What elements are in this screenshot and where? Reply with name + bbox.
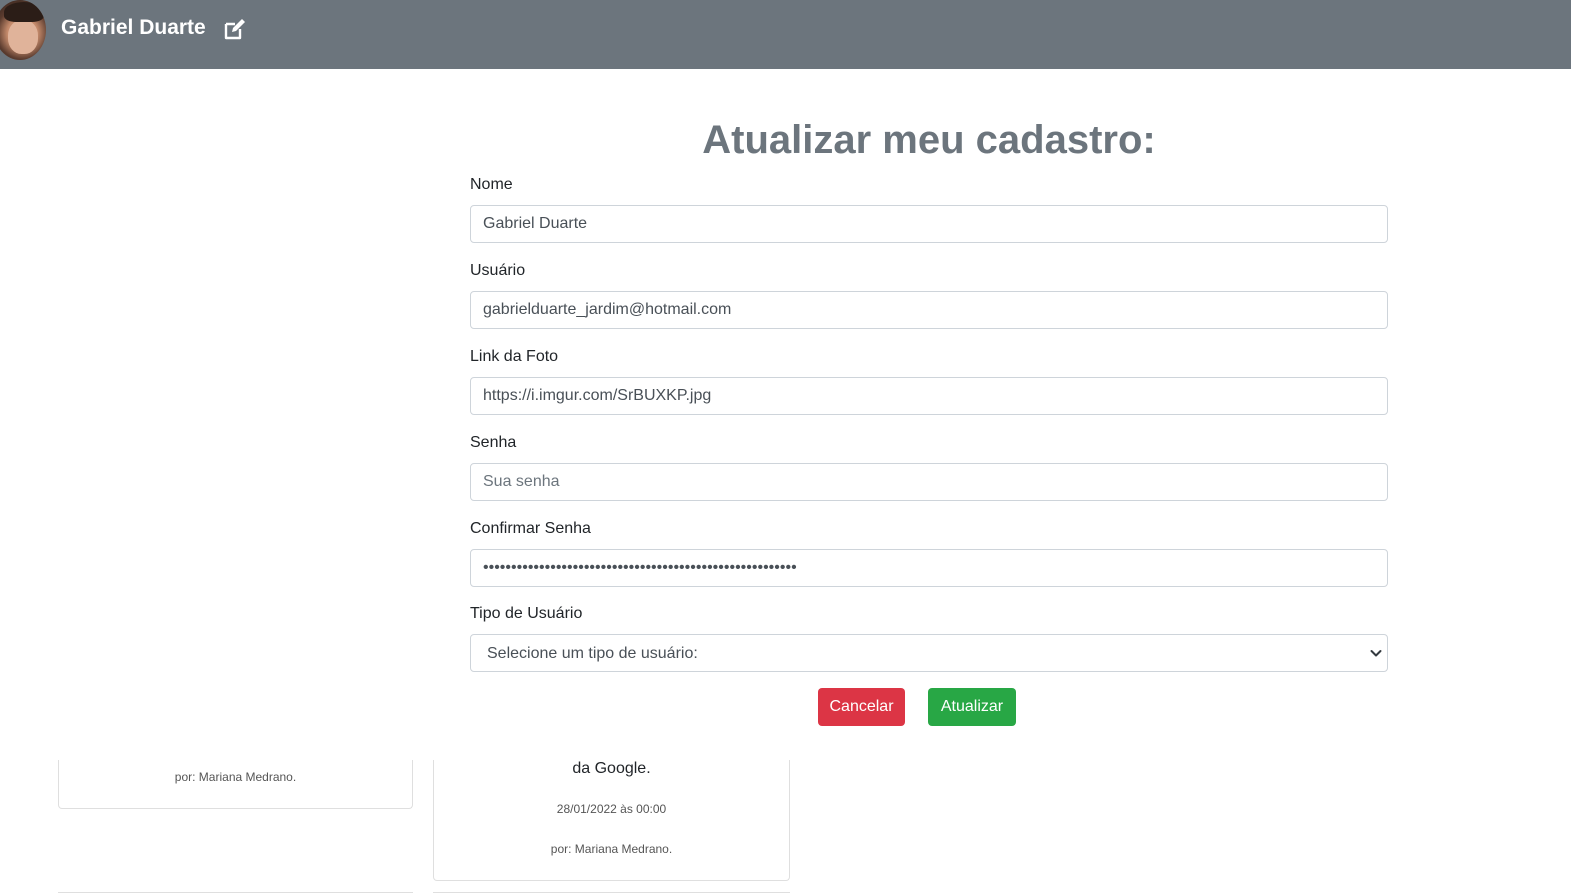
post-card[interactable]: da Google. 28/01/2022 às 00:00 por: Mari… xyxy=(433,760,790,881)
username-label: Usuário xyxy=(470,262,526,279)
update-button[interactable]: Atualizar xyxy=(928,688,1016,726)
cancel-button[interactable]: Cancelar xyxy=(818,688,905,726)
card-author: por: Mariana Medrano. xyxy=(550,842,673,856)
card-edge xyxy=(433,892,790,893)
photo-link-input[interactable] xyxy=(470,377,1388,415)
user-type-select[interactable]: Selecione um tipo de usuário: xyxy=(470,634,1388,672)
user-type-label: Tipo de Usuário xyxy=(470,605,583,622)
header-username[interactable]: Gabriel Duarte xyxy=(61,16,206,40)
username-input[interactable] xyxy=(470,291,1388,329)
card-edge xyxy=(58,892,413,893)
name-input[interactable] xyxy=(470,205,1388,243)
password-label: Senha xyxy=(470,434,517,451)
post-card[interactable]: por: Mariana Medrano. xyxy=(58,760,413,809)
confirm-password-label: Confirmar Senha xyxy=(470,520,591,537)
top-navbar: Gabriel Duarte xyxy=(0,0,1571,69)
name-label: Nome xyxy=(470,176,513,193)
photo-link-label: Link da Foto xyxy=(470,348,559,365)
card-date: 28/01/2022 às 00:00 xyxy=(556,802,667,816)
page-title: Atualizar meu cadastro: xyxy=(702,118,1156,162)
password-input[interactable] xyxy=(470,463,1388,501)
card-author: por: Mariana Medrano. xyxy=(174,770,297,784)
user-avatar[interactable] xyxy=(0,0,46,60)
card-text-snippet: da Google. xyxy=(572,760,651,777)
edit-icon[interactable] xyxy=(222,18,246,42)
confirm-password-input[interactable] xyxy=(470,549,1388,587)
